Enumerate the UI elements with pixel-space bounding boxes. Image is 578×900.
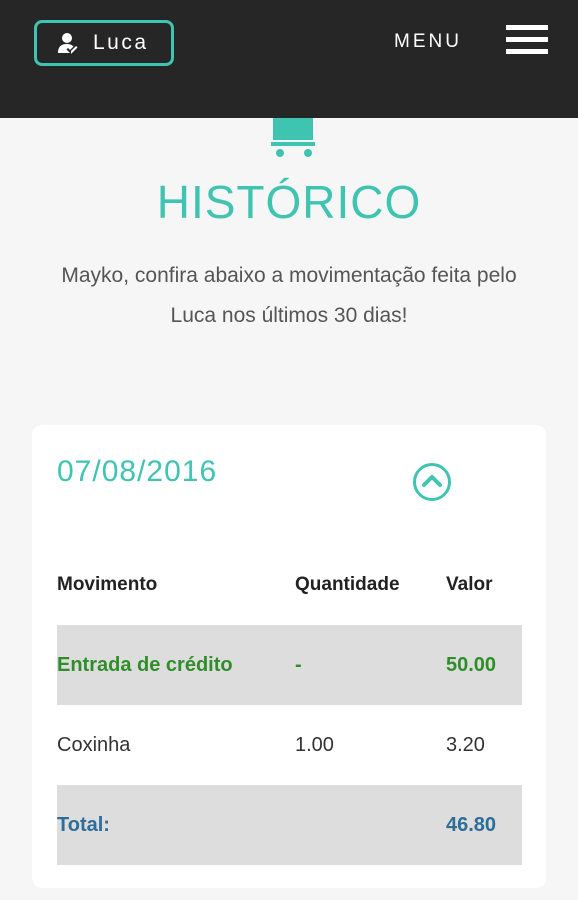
chevron-up-circle-icon[interactable] — [412, 462, 452, 502]
cell-valor: 50.00 — [446, 653, 497, 676]
user-name: Luca — [93, 31, 149, 54]
menu-label[interactable]: MENU — [394, 31, 462, 53]
history-table: Movimento Quantidade Valor Entrada de cr… — [57, 545, 522, 865]
page-title: HISTÓRICO — [156, 176, 422, 228]
intro-text: Mayko, confira abaixo a movimentação fei… — [61, 264, 517, 327]
card-date: 07/08/2016 — [57, 455, 218, 488]
app-header: Luca MENU — [0, 0, 578, 118]
column-header-quantidade: Quantidade — [295, 574, 400, 595]
column-header-valor: Valor — [446, 574, 493, 595]
history-card: 07/08/2016 Movimento Quantidade Valor En… — [32, 425, 546, 888]
cell-movimento: Coxinha — [57, 733, 131, 756]
table-header-row: Movimento Quantidade Valor — [57, 545, 522, 625]
cell-quantidade: - — [295, 653, 302, 676]
total-label: Total: — [57, 813, 110, 836]
table-total-row: Total: 46.80 — [57, 785, 522, 865]
total-value: 46.80 — [446, 813, 497, 836]
column-header-movimento: Movimento — [57, 574, 158, 595]
cell-valor: 3.20 — [446, 733, 485, 756]
cell-movimento: Entrada de crédito — [57, 653, 233, 676]
hamburger-icon[interactable] — [506, 25, 548, 55]
shopping-cart-icon — [268, 118, 318, 160]
cell-quantidade: 1.00 — [295, 733, 334, 756]
user-profile-button[interactable]: Luca — [34, 20, 174, 66]
user-icon — [57, 32, 79, 54]
table-row: Coxinha 1.00 3.20 — [57, 705, 522, 785]
table-row: Entrada de crédito - 50.00 — [57, 625, 522, 705]
